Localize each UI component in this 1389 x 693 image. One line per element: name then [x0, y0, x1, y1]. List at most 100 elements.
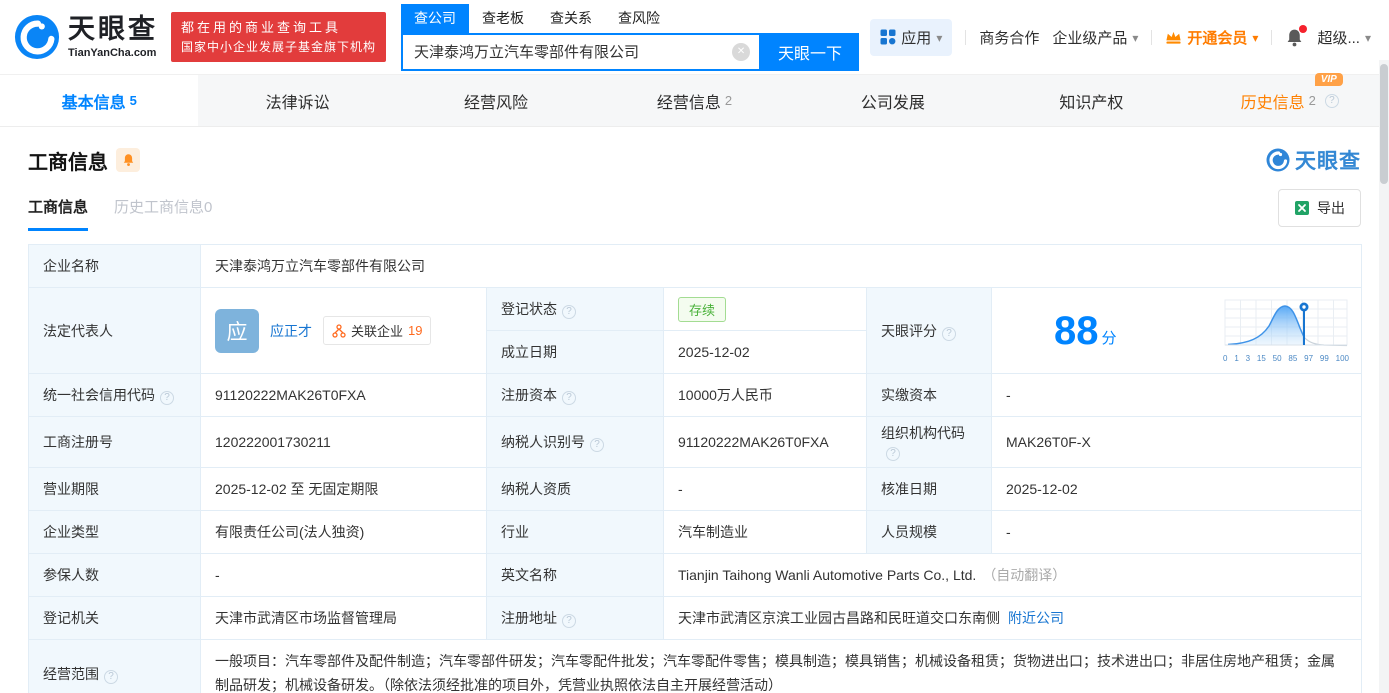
- excel-icon: [1295, 201, 1309, 215]
- help-icon[interactable]: [160, 391, 174, 405]
- value-company-name: 天津泰鸿万立汽车零部件有限公司: [199, 244, 1363, 288]
- caret-down-icon: [1365, 29, 1371, 46]
- label-approval-date: 核准日期: [866, 467, 992, 511]
- nav-tab-basic-info[interactable]: 基本信息 5: [0, 75, 199, 126]
- business-info-table: 企业名称 天津泰鸿万立汽车零部件有限公司 法定代表人 应 应正才 关联企业 19…: [28, 244, 1363, 693]
- value-insured-count: -: [200, 553, 487, 597]
- table-row: 企业名称 天津泰鸿万立汽车零部件有限公司: [28, 244, 1363, 288]
- header-menu: 应用 商务合作 企业级产品 开通会员 超级...: [870, 18, 1371, 56]
- score-unit: 分: [1101, 330, 1117, 347]
- label-english-name: 英文名称: [486, 553, 664, 597]
- help-icon[interactable]: [1324, 93, 1339, 108]
- score-distribution-chart: 0 1 3 15 50 85 97 99 100: [1221, 298, 1351, 363]
- search-tab-relation[interactable]: 查关系: [537, 4, 605, 33]
- help-icon[interactable]: [942, 326, 956, 341]
- scrollbar-thumb[interactable]: [1380, 64, 1388, 184]
- nav-tab-business-info[interactable]: 经营信息 2: [595, 75, 793, 126]
- promo-line2: 国家中小企业发展子基金旗下机构: [181, 39, 377, 54]
- label-insured-count: 参保人数: [28, 553, 201, 597]
- value-business-scope: 一般项目：汽车零部件及配件制造；汽车零部件研发；汽车零配件批发；汽车零配件零售；…: [199, 639, 1363, 693]
- nearby-companies-link[interactable]: 附近公司: [1008, 610, 1064, 626]
- label-taxpayer-quality: 纳税人资质: [486, 467, 664, 511]
- nav-tab-count: 2: [1308, 93, 1316, 108]
- promo-badge: 都在用的商业查询工具 国家中小企业发展子基金旗下机构: [171, 11, 387, 63]
- search-tab-boss[interactable]: 查老板: [469, 4, 537, 33]
- legal-rep-name-link[interactable]: 应正才: [270, 321, 312, 341]
- value-reg-status: 存续: [663, 287, 867, 331]
- legal-rep-cell: 应 应正才 关联企业 19: [215, 308, 472, 353]
- nav-tab-legal-proceedings[interactable]: 法律诉讼: [198, 75, 396, 126]
- help-icon[interactable]: [562, 391, 576, 405]
- label-legal-rep: 法定代表人: [28, 287, 201, 374]
- value-establish-date: 2025-12-02: [663, 330, 867, 374]
- legal-rep-avatar[interactable]: 应: [215, 308, 259, 353]
- related-companies-badge[interactable]: 关联企业 19: [323, 316, 432, 345]
- notification-bell[interactable]: [1285, 24, 1308, 47]
- search-tabs: 查公司 查老板 查关系 查风险: [401, 3, 859, 33]
- tianyan-score-cell[interactable]: 88 分 0 1 3 15 50 85 97 99 100: [992, 294, 1361, 367]
- table-row: 企业类型 有限责任公司(法人独资) 行业 汽车制造业 人员规模 -: [28, 510, 1363, 554]
- label-business-term: 营业期限: [28, 467, 201, 511]
- help-icon[interactable]: [104, 669, 118, 684]
- label-taxpayer-id: 纳税人识别号: [486, 416, 664, 468]
- label-company-name: 企业名称: [28, 244, 201, 288]
- label-establish-date: 成立日期: [486, 330, 664, 374]
- help-icon[interactable]: [886, 447, 900, 461]
- relation-graph-icon: [332, 323, 346, 338]
- nav-tab-intellectual-property[interactable]: 知识产权: [992, 75, 1190, 126]
- clear-icon[interactable]: [732, 42, 751, 61]
- nav-tab-label: 知识产权: [1059, 94, 1124, 112]
- open-vip-label: 开通会员: [1187, 29, 1248, 47]
- label-staff-size: 人员规模: [866, 510, 992, 554]
- brand-name: 天眼查: [68, 14, 158, 45]
- table-row: 经营范围 一般项目：汽车零部件及配件制造；汽车零部件研发；汽车零配件批发；汽车零…: [28, 639, 1363, 693]
- nav-tab-label: 法律诉讼: [265, 94, 330, 112]
- score-chart-axis: 0 1 3 15 50 85 97 99 100: [1223, 354, 1350, 363]
- search-tab-company[interactable]: 查公司: [401, 3, 470, 33]
- search-input[interactable]: [403, 43, 733, 60]
- nav-tab-label: 经营信息: [656, 94, 721, 112]
- value-taxpayer-quality: -: [663, 467, 867, 511]
- help-icon[interactable]: [562, 614, 576, 628]
- subtab-history-business-info[interactable]: 历史工商信息0: [114, 196, 212, 231]
- nav-tab-label: 经营风险: [464, 94, 529, 112]
- search-button[interactable]: 天眼一下: [761, 32, 860, 71]
- value-reg-authority: 天津市武清区市场监督管理局: [200, 596, 487, 640]
- nav-tab-history-info[interactable]: 历史信息 2 VIP: [1191, 72, 1389, 126]
- apps-menu[interactable]: 应用: [870, 18, 953, 56]
- menu-super-vip[interactable]: 超级...: [1317, 27, 1371, 48]
- help-icon[interactable]: [590, 438, 604, 452]
- label-reg-status: 登记状态: [486, 287, 664, 331]
- value-taxpayer-id: 91120222MAK26T0FXA: [663, 416, 867, 468]
- related-companies-count: 19: [408, 323, 423, 338]
- export-button[interactable]: 导出: [1278, 189, 1361, 227]
- tianyancha-logo[interactable]: 天眼查 TianYanCha.com: [14, 14, 158, 60]
- nav-tab-company-development[interactable]: 公司发展: [794, 75, 992, 126]
- caret-down-icon: [936, 29, 942, 46]
- menu-business-cooperation[interactable]: 商务合作: [979, 27, 1039, 48]
- apps-grid-icon: [880, 29, 896, 45]
- export-label: 导出: [1317, 200, 1345, 216]
- help-icon[interactable]: [562, 305, 576, 319]
- status-badge: 存续: [678, 296, 727, 322]
- search-area: 查公司 查老板 查关系 查风险 天眼一下: [401, 3, 860, 71]
- menu-open-vip[interactable]: 开通会员: [1165, 27, 1258, 48]
- table-row: 工商注册号 120222001730211 纳税人识别号 91120222MAK…: [28, 416, 1363, 468]
- vertical-scrollbar[interactable]: [1379, 60, 1389, 693]
- label-industry: 行业: [486, 510, 664, 554]
- label-company-type: 企业类型: [28, 510, 201, 554]
- main-nav: 基本信息 5 法律诉讼 经营风险 经营信息 2 公司发展 知识产权 历史信息 2…: [0, 72, 1389, 127]
- section-title: 工商信息: [28, 151, 108, 174]
- subtab-business-info[interactable]: 工商信息: [28, 196, 89, 231]
- menu-divider: [1151, 29, 1153, 45]
- nav-tab-business-risk[interactable]: 经营风险: [397, 75, 595, 126]
- value-staff-size: -: [990, 510, 1363, 554]
- nav-tab-label: 基本信息: [61, 94, 126, 112]
- nav-tab-label: 公司发展: [860, 94, 925, 112]
- value-business-term: 2025-12-02 至 无固定期限: [200, 467, 487, 511]
- apps-label: 应用: [901, 29, 932, 47]
- search-tab-risk[interactable]: 查风险: [605, 4, 673, 33]
- subscribe-bell-button[interactable]: [116, 148, 140, 172]
- menu-enterprise-products[interactable]: 企业级产品: [1052, 27, 1138, 48]
- watermark-text: 天眼查: [1295, 150, 1361, 173]
